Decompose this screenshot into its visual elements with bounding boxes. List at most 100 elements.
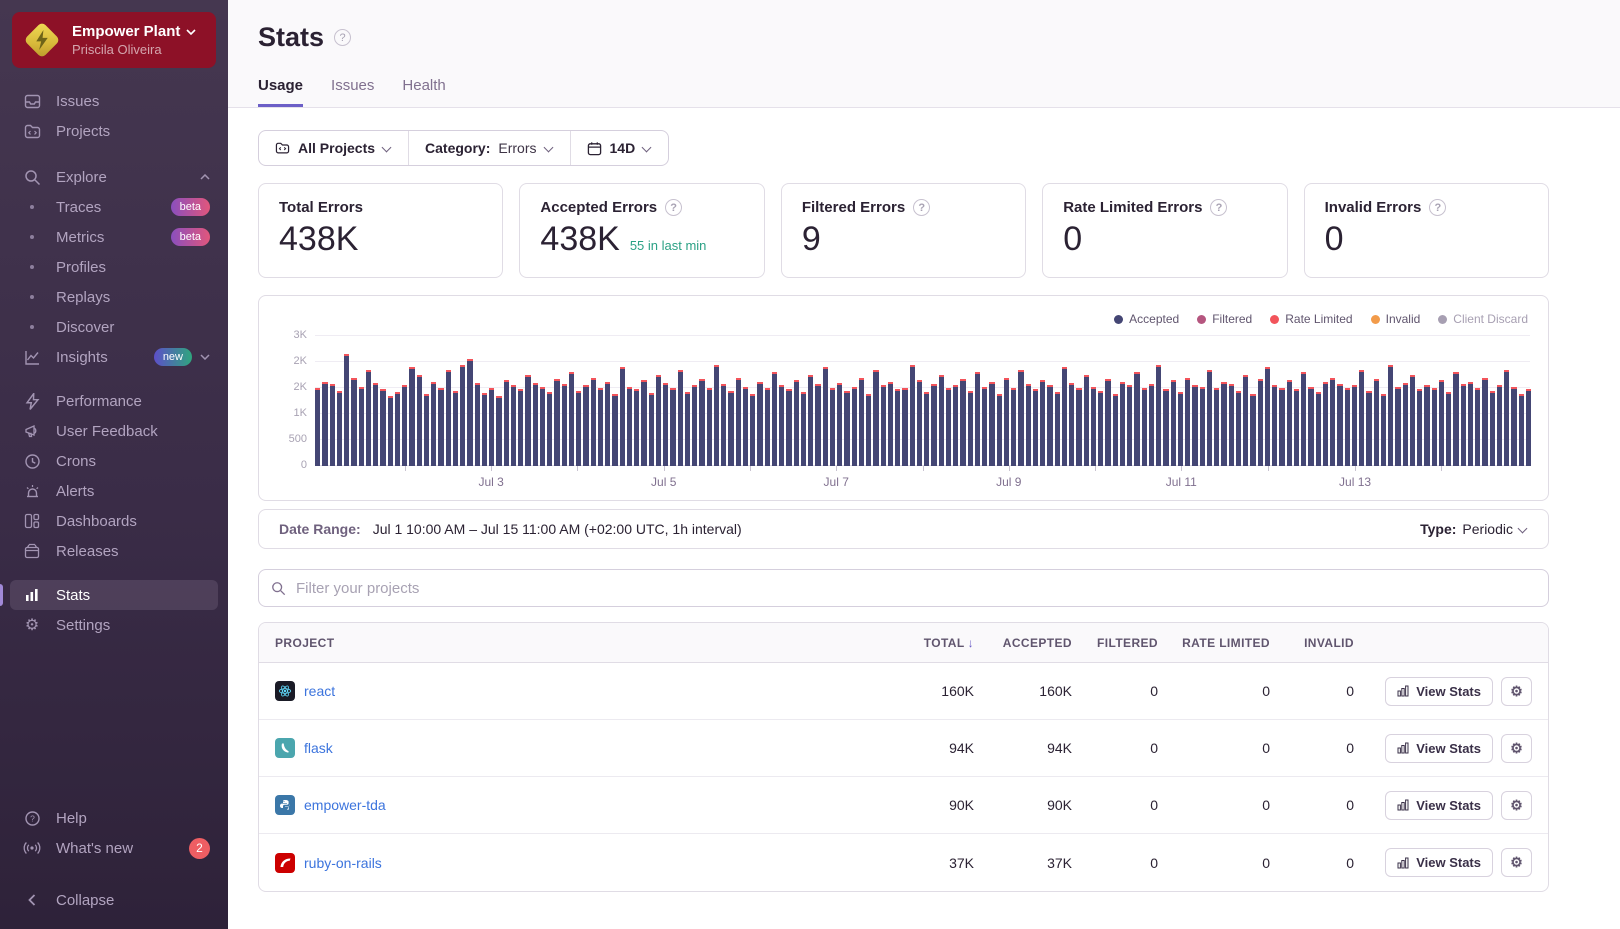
cell-filtered: 0 — [1072, 740, 1158, 756]
sidebar-item-explore[interactable]: Explore — [10, 162, 218, 192]
sidebar-item-issues[interactable]: Issues — [10, 86, 218, 116]
help-circle-icon[interactable]: ? — [1210, 199, 1227, 216]
sidebar-item-crons[interactable]: Crons — [10, 446, 218, 476]
view-stats-button[interactable]: View Stats — [1385, 791, 1493, 820]
project-settings-button[interactable]: ⚙ — [1501, 734, 1532, 763]
legend-item-invalid[interactable]: Invalid — [1371, 312, 1421, 326]
category-filter-value: Errors — [498, 140, 536, 156]
main-content: Stats ? Usage Issues Health All Projects — [228, 0, 1620, 929]
help-circle-icon[interactable]: ? — [334, 29, 351, 46]
date-range-value: 14D — [610, 140, 636, 156]
view-stats-button[interactable]: View Stats — [1385, 734, 1493, 763]
column-header-rate-limited[interactable]: RATE LIMITED — [1158, 636, 1270, 650]
sidebar-item-projects[interactable]: Projects — [10, 116, 218, 146]
sidebar-item-label: Dashboards — [56, 513, 210, 530]
python-platform-icon — [275, 795, 295, 815]
legend-item-filtered[interactable]: Filtered — [1197, 312, 1252, 326]
sidebar-collapse-button[interactable]: Collapse — [10, 885, 218, 915]
cell-invalid: 0 — [1270, 683, 1354, 699]
tab-issues[interactable]: Issues — [331, 77, 374, 107]
project-filter-dropdown[interactable]: All Projects — [259, 131, 408, 165]
sidebar-item-label: Profiles — [56, 259, 210, 276]
project-settings-button[interactable]: ⚙ — [1501, 848, 1532, 877]
sidebar-item-whats-new[interactable]: What's new 2 — [10, 833, 218, 863]
project-settings-button[interactable]: ⚙ — [1501, 677, 1532, 706]
stat-card-filtered-errors: Filtered Errors? 9 — [781, 183, 1026, 278]
table-row: react 160K 160K 0 0 0 View Stats ⚙ — [259, 663, 1548, 720]
sidebar-item-traces[interactable]: Traces beta — [10, 192, 218, 222]
sidebar-item-insights[interactable]: Insights new — [10, 342, 218, 372]
legend-item-client-discard[interactable]: Client Discard — [1438, 312, 1528, 326]
column-header-filtered[interactable]: FILTERED — [1072, 636, 1158, 650]
gear-icon: ⚙ — [1510, 683, 1523, 700]
sidebar-item-performance[interactable]: Performance — [10, 386, 218, 416]
view-stats-label: View Stats — [1416, 855, 1481, 870]
project-search-input[interactable] — [296, 580, 1536, 597]
dashboard-icon — [22, 513, 42, 529]
sidebar-nav: Issues Projects Explore Traces beta Metr… — [0, 86, 228, 640]
help-circle-icon[interactable]: ? — [1429, 199, 1446, 216]
help-circle-icon[interactable]: ? — [913, 199, 930, 216]
legend-dot — [1114, 315, 1123, 324]
react-platform-icon — [275, 681, 295, 701]
cell-accepted: 90K — [974, 797, 1072, 813]
page-title: Stats — [258, 22, 324, 53]
sidebar-item-profiles[interactable]: Profiles — [10, 252, 218, 282]
view-stats-label: View Stats — [1416, 684, 1481, 699]
sidebar-item-settings[interactable]: ⚙ Settings — [10, 610, 218, 640]
column-header-accepted[interactable]: ACCEPTED — [974, 636, 1072, 650]
sidebar-item-user-feedback[interactable]: User Feedback — [10, 416, 218, 446]
legend-label: Rate Limited — [1285, 312, 1352, 326]
chart-x-axis: Jul 3Jul 5Jul 7Jul 9Jul 11Jul 13 — [315, 466, 1530, 494]
stat-card-value: 0 — [1063, 220, 1082, 259]
sidebar-item-help[interactable]: ? Help — [10, 803, 218, 833]
help-circle-icon[interactable]: ? — [665, 199, 682, 216]
sidebar-item-discover[interactable]: Discover — [10, 312, 218, 342]
legend-dot — [1197, 315, 1206, 324]
cell-accepted: 160K — [974, 683, 1072, 699]
legend-item-accepted[interactable]: Accepted — [1114, 312, 1179, 326]
gear-icon: ⚙ — [22, 615, 42, 635]
bullet-icon — [22, 265, 42, 269]
column-header-total[interactable]: TOTAL↓ — [866, 636, 974, 650]
sidebar-item-stats[interactable]: Stats — [10, 580, 218, 610]
type-value: Periodic — [1462, 521, 1513, 537]
new-badge: new — [154, 348, 192, 366]
legend-label: Accepted — [1129, 312, 1179, 326]
column-header-project[interactable]: PROJECT — [275, 636, 866, 650]
org-logo-icon — [24, 22, 60, 58]
cell-invalid: 0 — [1270, 855, 1354, 871]
chart-type-dropdown[interactable]: Type: Periodic — [1420, 521, 1528, 537]
cell-rate-limited: 0 — [1158, 683, 1270, 699]
org-switcher[interactable]: Empower Plant Priscila Oliveira — [12, 12, 216, 68]
project-link[interactable]: ruby-on-rails — [304, 855, 382, 871]
project-link[interactable]: react — [304, 683, 335, 699]
date-range-dropdown[interactable]: 14D — [570, 131, 669, 165]
project-link[interactable]: flask — [304, 740, 333, 756]
sidebar-item-alerts[interactable]: Alerts — [10, 476, 218, 506]
view-stats-button[interactable]: View Stats — [1385, 677, 1493, 706]
sidebar-item-label: Discover — [56, 319, 210, 336]
tab-health[interactable]: Health — [402, 77, 445, 107]
sidebar-item-replays[interactable]: Replays — [10, 282, 218, 312]
sidebar-item-releases[interactable]: Releases — [10, 536, 218, 566]
column-header-invalid[interactable]: INVALID — [1270, 636, 1354, 650]
legend-item-rate-limited[interactable]: Rate Limited — [1270, 312, 1352, 326]
megaphone-icon — [22, 423, 42, 439]
project-search — [258, 569, 1549, 607]
sidebar-item-label: What's new — [56, 840, 189, 857]
sidebar-item-metrics[interactable]: Metrics beta — [10, 222, 218, 252]
stat-card-rate-limited-errors: Rate Limited Errors? 0 — [1042, 183, 1287, 278]
bullet-icon — [22, 235, 42, 239]
clock-icon — [22, 453, 42, 470]
view-stats-label: View Stats — [1416, 741, 1481, 756]
sidebar-item-dashboards[interactable]: Dashboards — [10, 506, 218, 536]
project-settings-button[interactable]: ⚙ — [1501, 791, 1532, 820]
tab-usage[interactable]: Usage — [258, 77, 303, 107]
lightning-bolt-icon — [33, 30, 51, 50]
project-link[interactable]: empower-tda — [304, 797, 386, 813]
legend-label: Filtered — [1212, 312, 1252, 326]
view-stats-button[interactable]: View Stats — [1385, 848, 1493, 877]
help-icon: ? — [22, 810, 42, 827]
category-filter-dropdown[interactable]: Category: Errors — [408, 131, 569, 165]
